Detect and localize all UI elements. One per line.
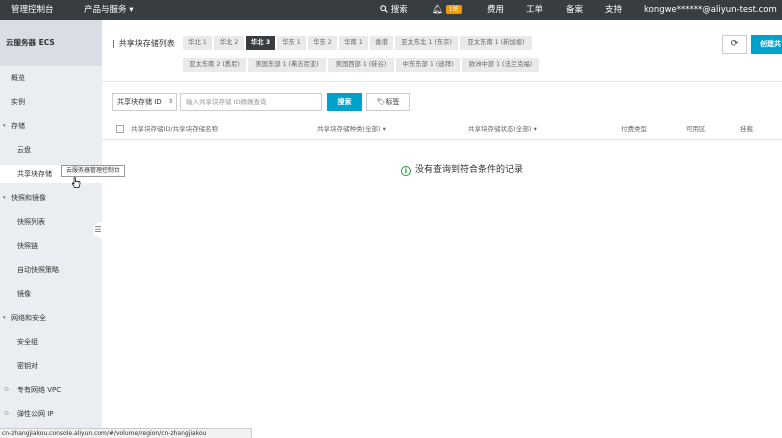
divider	[102, 81, 782, 82]
region-tab[interactable]: 华东 2	[308, 36, 337, 50]
page-title: | 共享块存储列表	[112, 38, 175, 49]
column-header-mount: 挂载	[740, 125, 753, 133]
sidebar-group-snapshots-images[interactable]: ▾ 快照和镜像	[0, 189, 102, 207]
table-header: 共享块存储ID/共享块存储名称 共享块存储种类(全部) ▾ 共享块存储状态(全部…	[102, 118, 782, 140]
region-tab[interactable]: 华东 1	[277, 36, 306, 50]
search-label: 搜索	[390, 5, 408, 15]
info-icon: i	[401, 166, 411, 176]
sidebar-item-instances[interactable]: 实例	[0, 93, 102, 111]
region-tab[interactable]: 欧洲中部 1 (法兰克福)	[462, 58, 539, 72]
region-tab[interactable]: 华北 2	[214, 36, 244, 50]
search-input[interactable]: 输入共享块存储 ID精确查询	[180, 93, 322, 111]
title-bar: |	[112, 39, 115, 48]
caret-down-icon: ▾	[3, 315, 6, 321]
sidebar-item-snapshot-chain[interactable]: 快照链	[0, 237, 102, 255]
region-tab[interactable]: 亚太东南 2 (悉尼)	[183, 58, 246, 72]
tag-button-label: 标签	[385, 98, 400, 106]
region-tab[interactable]: 华北 1	[183, 36, 212, 50]
region-tab[interactable]: 美国西部 1 (硅谷)	[328, 58, 394, 72]
refresh-button[interactable]: ⟳	[722, 35, 747, 54]
region-tab[interactable]: 香港	[370, 36, 393, 50]
tag-filter-button[interactable]: 🏷︎标签	[366, 93, 410, 111]
bell-icon: 🔔︎	[432, 5, 443, 15]
empty-state: i 没有查询到符合条件的记录	[401, 162, 523, 176]
select-all-checkbox[interactable]	[116, 125, 124, 133]
region-tab[interactable]: 美国东部 1 (弗吉尼亚)	[248, 58, 326, 72]
link-icon: ⊘	[4, 410, 10, 417]
region-tab-active[interactable]: 华北 3	[246, 36, 275, 50]
record-link[interactable]: 备案	[566, 0, 583, 20]
column-header-type[interactable]: 共享块存储种类(全部) ▾	[317, 118, 386, 140]
filter-select-value: 共享块存储 ID	[117, 98, 162, 106]
caret-down-icon: ▾	[3, 195, 6, 201]
sidebar-group-label: 快照和镜像	[11, 194, 46, 202]
search-icon	[380, 5, 388, 13]
console-home-link[interactable]: 管理控制台	[11, 0, 54, 20]
sidebar: 云服务器 ECS 概览 实例 ▾ 存储 云盘 共享块存储 ▾ 快照和镜像 快照列表 …	[0, 20, 102, 428]
tooltip: 云服务器管理控制台	[61, 165, 126, 177]
search-submit-button[interactable]: 搜索	[327, 93, 362, 111]
support-link[interactable]: 支持	[605, 0, 622, 20]
sidebar-item-label: 弹性公网 IP	[17, 410, 54, 418]
notification-badge: 1抢	[445, 5, 462, 14]
sidebar-group-network-security[interactable]: ▾ 网络和安全	[0, 309, 102, 327]
region-tab[interactable]: 中东东部 1 (迪拜)	[396, 58, 460, 72]
sidebar-header: 云服务器 ECS	[0, 20, 102, 66]
refresh-icon: ⟳	[730, 39, 739, 49]
sidebar-item-disks[interactable]: 云盘	[0, 141, 102, 159]
top-navbar: 管理控制台 产品与服务 ▾ 搜索 🔔︎ 1抢 费用 工单 备案 支持 kongwe…	[0, 0, 782, 20]
menu-icon: ☰	[94, 225, 102, 234]
empty-state-message: 没有查询到符合条件的记录	[415, 165, 524, 175]
sidebar-group-storage[interactable]: ▾ 存储	[0, 117, 102, 135]
page-title-text: 共享块存储列表	[118, 39, 175, 48]
status-bar-url: cn-zhangjiakou.console.aliyun.com/#/volu…	[0, 428, 252, 438]
column-header-id[interactable]: 共享块存储ID/共享块存储名称	[131, 118, 218, 140]
create-button[interactable]: 创建共	[751, 35, 782, 54]
sidebar-item-images[interactable]: 镜像	[0, 285, 102, 303]
region-tab[interactable]: 亚太东南 1 (新加坡)	[460, 36, 532, 50]
products-menu[interactable]: 产品与服务 ▾	[84, 0, 133, 20]
column-header-status[interactable]: 共享块存储状态(全部) ▾	[468, 118, 537, 140]
sidebar-group-label: 网络和安全	[11, 314, 46, 322]
column-header-zone: 可用区	[686, 125, 706, 133]
sidebar-item-key-pairs[interactable]: 密钥对	[0, 357, 102, 375]
sidebar-item-security-groups[interactable]: 安全组	[0, 333, 102, 351]
sidebar-collapse-handle[interactable]: ☰	[93, 222, 103, 238]
caret-down-icon: ▾	[3, 123, 6, 129]
sidebar-item-label: 专有网络 VPC	[17, 386, 62, 394]
sidebar-group-label: 存储	[11, 122, 25, 130]
search-button[interactable]: 搜索	[380, 0, 408, 20]
ticket-link[interactable]: 工单	[526, 0, 543, 20]
sidebar-item-snapshot-list[interactable]: 快照列表	[0, 213, 102, 231]
user-account-menu[interactable]: kongwe******@aliyun-test.com	[644, 0, 777, 20]
sidebar-item-overview[interactable]: 概览	[0, 69, 102, 87]
sidebar-item-eip[interactable]: ⊘ 弹性公网 IP	[0, 405, 102, 423]
column-header-billing: 付费类型	[621, 125, 647, 133]
filter-select[interactable]: 共享块存储 ID ⇕	[112, 93, 177, 111]
notifications-button[interactable]: 🔔︎ 1抢	[432, 0, 462, 20]
sidebar-item-vpc[interactable]: ⊘ 专有网络 VPC	[0, 381, 102, 399]
region-tab[interactable]: 华南 1	[339, 36, 368, 50]
region-tab[interactable]: 亚太东北 1 (东京)	[395, 36, 458, 50]
billing-link[interactable]: 费用	[487, 0, 504, 20]
hand-cursor-icon	[71, 177, 81, 188]
sidebar-item-auto-snapshot[interactable]: 自动快照策略	[0, 261, 102, 279]
updown-icon: ⇕	[167, 98, 173, 105]
link-icon: ⊘	[4, 386, 10, 393]
